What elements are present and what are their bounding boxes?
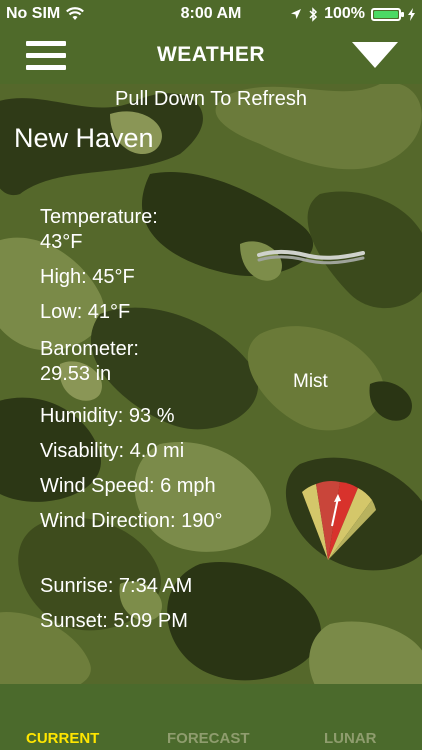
wind-direction: Wind Direction: 190°	[40, 510, 223, 532]
barometer-label: Barometer:	[40, 338, 139, 360]
wind-speed: Wind Speed: 6 mph	[40, 475, 216, 497]
nav-bar: WEATHER	[0, 28, 422, 84]
tab-current[interactable]: CURRENT	[26, 730, 99, 747]
mist-icon	[257, 250, 365, 265]
humidity: Humidity: 93 %	[40, 405, 175, 427]
city-name: New Haven	[14, 123, 154, 153]
status-right: 100%	[290, 5, 416, 23]
battery-icon	[371, 7, 404, 21]
barometer-value: 29.53 in	[40, 363, 112, 385]
status-bar: No SIM 8:00 AM 100%	[0, 0, 422, 28]
temperature-value: 43°F	[40, 231, 83, 253]
tab-forecast[interactable]: FORECAST	[167, 730, 250, 747]
tab-bar: CURRENT FORECAST LUNAR	[0, 684, 422, 750]
sunset: Sunset: 5:09 PM	[40, 610, 188, 632]
low-temperature: Low: 41°F	[40, 301, 131, 323]
wind-direction-fan-icon	[302, 481, 376, 560]
triangle-down-icon[interactable]	[352, 42, 398, 68]
temperature-label: Temperature:	[40, 206, 158, 228]
bluetooth-icon	[309, 6, 318, 22]
charging-bolt-icon	[408, 7, 415, 21]
high-temperature: High: 45°F	[40, 266, 135, 288]
condition-label: Mist	[293, 371, 328, 392]
battery-percent: 100%	[324, 5, 365, 22]
pull-to-refresh-hint: Pull Down To Refresh	[115, 88, 307, 110]
visibility: Visability: 4.0 mi	[40, 440, 185, 462]
location-arrow-icon	[291, 9, 302, 19]
sunrise: Sunrise: 7:34 AM	[40, 575, 193, 597]
tab-lunar[interactable]: LUNAR	[324, 730, 377, 747]
